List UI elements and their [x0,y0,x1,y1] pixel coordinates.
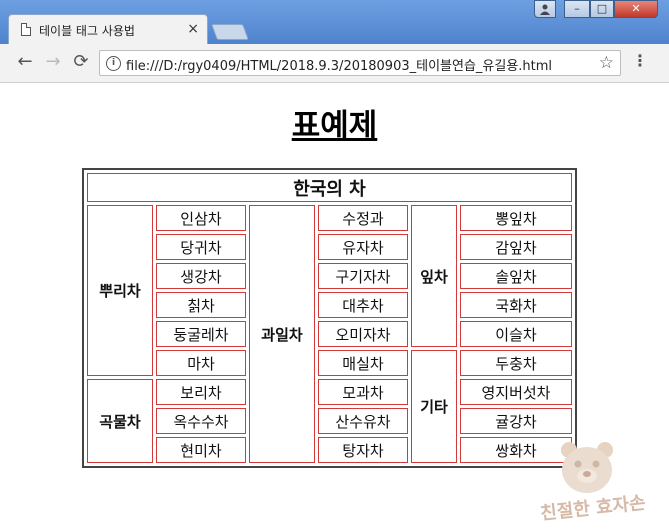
bookmark-star-icon[interactable]: ☆ [599,53,614,73]
watermark-logo: 친절한 효자손 [536,438,656,524]
info-icon[interactable]: i [106,56,121,71]
maximize-button[interactable]: □ [590,0,614,18]
table-cell: 이슬차 [460,321,572,347]
table-cell: 영지버섯차 [460,379,572,405]
table-row: 칡차 대추차 국화차 [87,292,572,318]
reload-icon[interactable]: ⟳ [70,52,92,72]
browser-tab[interactable]: 테이블 태그 사용법 × [8,14,208,44]
table-cell: 국화차 [460,292,572,318]
table-row: 둥굴레차 오미자차 이슬차 [87,321,572,347]
tea-table: 한국의 차 뿌리차 인삼차 과일차 수정과 잎차 뽕잎차 당귀차 유자차 감잎차… [82,168,577,468]
table-row: 마차 매실차 기타 두충차 [87,350,572,463]
table-cell: 탕자차 [318,437,408,463]
table-row: 당귀차 유자차 감잎차 [87,234,572,260]
table-cell: 생강차 [156,263,246,289]
table-cell: 현미차 [156,437,246,463]
table-row: 현미차 탕자차 쌍화차 [87,437,572,463]
browser-toolbar: ← → ⟳ i file:///D:/rgy0409/HTML/2018.9.3… [0,44,669,83]
table-cell: 둥굴레차 [156,321,246,347]
table-cell: 수정과 [318,205,408,231]
table-row: 뿌리차 인삼차 과일차 수정과 잎차 뽕잎차 [87,205,572,463]
table-cell: 인삼차 [156,205,246,231]
group-root-label: 뿌리차 [87,205,153,376]
group-leaf-label: 잎차 [411,205,457,347]
tab-close-icon[interactable]: × [187,20,199,38]
table-cell: 솔잎차 [460,263,572,289]
group-fruit-label: 과일차 [249,205,315,463]
url-text[interactable]: file:///D:/rgy0409/HTML/2018.9.3/2018090… [126,55,552,74]
more-menu-icon[interactable]: ⋮ [632,53,648,69]
back-arrow-icon[interactable]: ← [14,52,36,72]
new-tab-button[interactable] [211,24,249,40]
table-row: 한국의 차 [87,173,572,202]
close-window-button[interactable]: ✕ [614,0,658,18]
table-cell: 대추차 [318,292,408,318]
table-cell: 뽕잎차 [460,205,572,231]
minimize-button[interactable]: – [564,0,590,18]
window-titlebar: 테이블 태그 사용법 × – □ ✕ [0,0,669,44]
tab-title: 테이블 태그 사용법 [39,24,135,38]
table-cell: 구기자차 [318,263,408,289]
table-cell: 유자차 [318,234,408,260]
table-cell: 오미자차 [318,321,408,347]
table-cell: 매실차 [318,350,408,376]
table-cell: 당귀차 [156,234,246,260]
address-bar[interactable]: i file:///D:/rgy0409/HTML/2018.9.3/20180… [99,50,621,76]
forward-arrow-icon[interactable]: → [42,52,64,72]
table-cell: 옥수수차 [156,408,246,434]
table-cell: 칡차 [156,292,246,318]
page-title: 표예제 [291,108,378,144]
table-row: 곡물차 보리차 모과차 영지버섯차 [87,379,572,463]
table-cell: 두충차 [460,350,572,376]
table-cell: 산수유차 [318,408,408,434]
user-profile-icon[interactable] [534,0,556,18]
document-icon [21,23,31,36]
table-row: 생강차 구기자차 솔잎차 [87,263,572,289]
table-caption: 한국의 차 [87,173,572,202]
group-grain-label: 곡물차 [87,379,153,463]
table-cell: 귤강차 [460,408,572,434]
table-cell: 마차 [156,350,246,376]
table-row: 옥수수차 산수유차 귤강차 [87,408,572,434]
group-etc-label: 기타 [411,350,457,463]
table-cell: 보리차 [156,379,246,405]
table-cell: 모과차 [318,379,408,405]
table-cell: 감잎차 [460,234,572,260]
